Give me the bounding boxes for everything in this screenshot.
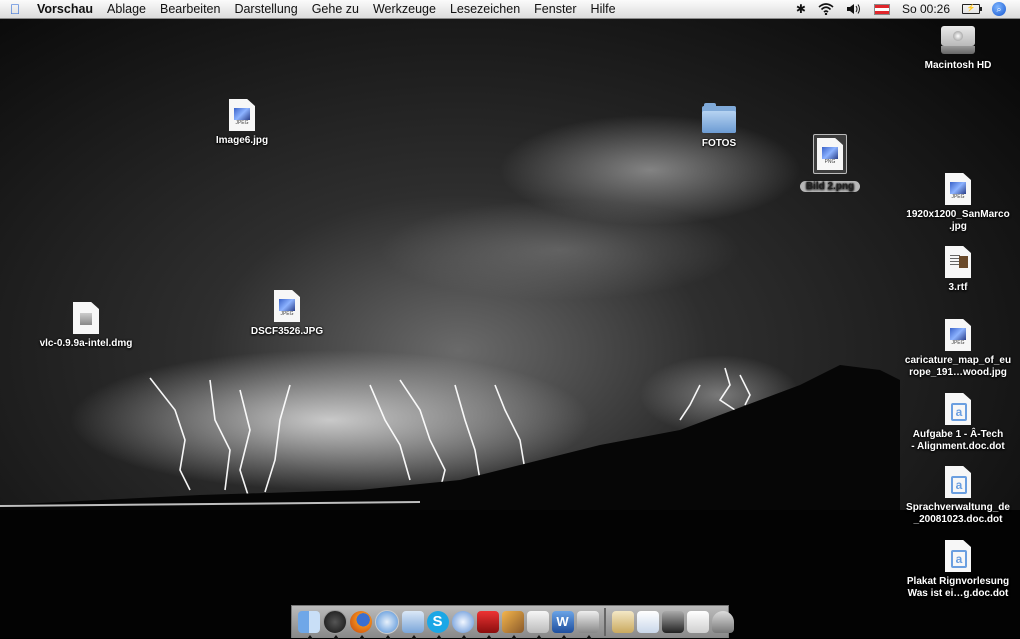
desktop-wallpaper — [0, 0, 1020, 638]
wifi-icon[interactable] — [812, 3, 840, 15]
desktop-icon-image6[interactable]: JPEG Image6.jpg — [202, 99, 282, 147]
dock-separator — [604, 608, 606, 636]
icon-label-line1: Sprachverwaltung_de — [906, 502, 1010, 513]
menu-bar:  Vorschau Ablage Bearbeiten Darstellung… — [0, 0, 1020, 19]
desktop-icon-bild2-selected[interactable]: PNG Bild 2.png — [790, 134, 870, 193]
safari-icon[interactable] — [374, 610, 399, 639]
skype-icon[interactable]: S — [426, 611, 449, 639]
icon-label: 3.rtf — [948, 282, 968, 293]
icon-label: Image6.jpg — [215, 135, 269, 146]
firefox-icon[interactable] — [349, 611, 372, 639]
menu-ablage[interactable]: Ablage — [100, 0, 153, 18]
volume-icon[interactable] — [840, 3, 868, 15]
mail-icon[interactable] — [401, 611, 424, 639]
png-file-icon: PNG — [817, 138, 843, 170]
jpeg-file-icon: JPEG — [945, 319, 971, 351]
dashboard-icon[interactable] — [322, 610, 347, 639]
jpeg-file-icon: JPEG — [945, 173, 971, 205]
icon-label: DSCF3526.JPG — [250, 326, 324, 337]
folder-icon — [702, 103, 736, 133]
icon-label-line1: 1920x1200_SanMarco — [906, 209, 1010, 220]
icon-label-line1: Plakat Rignvorlesung — [906, 576, 1010, 587]
disk-image-icon — [73, 302, 99, 334]
hard-drive-icon — [941, 26, 975, 54]
dock: S W — [291, 605, 734, 639]
icon-label-line1: caricature_map_of_eu — [904, 355, 1012, 366]
jpeg-file-icon: JPEG — [274, 290, 300, 322]
desktop-icon-sanmarco[interactable]: JPEG 1920x1200_SanMarco .jpg — [898, 173, 1018, 233]
menu-bearbeiten[interactable]: Bearbeiten — [153, 0, 227, 18]
battery-icon[interactable]: ⚡ — [956, 4, 986, 14]
menu-extras: ✱ So 00:26 ⚡ ⌕ — [790, 0, 1020, 18]
desktop-icon-vlc-dmg[interactable]: vlc-0.9.9a-intel.dmg — [26, 302, 146, 350]
icon-label-line2: rope_191…wood.jpg — [909, 367, 1007, 378]
word-document-icon: a — [945, 540, 971, 572]
desktop-icon-fotos[interactable]: FOTOS — [679, 103, 759, 150]
preview-icon[interactable] — [526, 611, 549, 639]
image-capture-icon[interactable] — [576, 611, 599, 639]
spotlight-icon[interactable]: ⌕ — [986, 2, 1020, 16]
itunes-icon[interactable] — [451, 611, 474, 639]
jpeg-file-icon: JPEG — [229, 99, 255, 131]
desktop-icon-caricature-map[interactable]: JPEG caricature_map_of_eu rope_191…wood.… — [898, 319, 1018, 379]
icon-label: Macintosh HD — [924, 60, 992, 71]
word-document-icon: a — [945, 393, 971, 425]
icon-label-line2: _20081023.doc.dot — [913, 514, 1003, 525]
icon-label: Bild 2.png — [799, 181, 861, 192]
iphoto-icon[interactable] — [501, 611, 524, 639]
icon-label-line2: .jpg — [949, 221, 967, 232]
rtf-file-icon — [945, 246, 971, 278]
photo-booth-icon[interactable] — [476, 611, 499, 639]
icon-label: FOTOS — [701, 138, 737, 149]
trash-icon[interactable] — [711, 611, 734, 633]
desktop-icon-3rtf[interactable]: 3.rtf — [918, 246, 998, 294]
menu-app-vorschau[interactable]: Vorschau — [30, 0, 100, 18]
icon-label: vlc-0.9.9a-intel.dmg — [39, 338, 133, 349]
desktop-icon-sprachverwaltung[interactable]: a Sprachverwaltung_de _20081023.doc.dot — [898, 466, 1018, 526]
desktop-icon-dscf3526[interactable]: JPEG DSCF3526.JPG — [237, 290, 337, 338]
menu-gehe-zu[interactable]: Gehe zu — [305, 0, 366, 18]
finder-icon[interactable] — [297, 611, 320, 639]
menu-lesezeichen[interactable]: Lesezeichen — [443, 0, 527, 18]
documents-stack-icon[interactable] — [636, 611, 659, 633]
word-icon[interactable]: W — [551, 611, 574, 639]
menu-fenster[interactable]: Fenster — [527, 0, 583, 18]
icon-label-line2: - Alignment.doc.dot — [911, 441, 1005, 452]
menu-darstellung[interactable]: Darstellung — [227, 0, 304, 18]
icon-label-line2: Was ist ei…g.doc.dot — [907, 588, 1009, 599]
menu-werkzeuge[interactable]: Werkzeuge — [366, 0, 443, 18]
selection-frame: PNG — [813, 134, 847, 174]
menu-hilfe[interactable]: Hilfe — [584, 0, 623, 18]
clock[interactable]: So 00:26 — [896, 0, 956, 18]
bluetooth-icon[interactable]: ✱ — [790, 0, 812, 18]
flag-icon[interactable] — [868, 3, 896, 15]
word-document-icon: a — [945, 466, 971, 498]
desktop-icon-aufgabe1[interactable]: a Aufgabe 1 - Â-Tech - Alignment.doc.dot — [898, 393, 1018, 453]
desktop-icon-macintosh-hd[interactable]: Macintosh HD — [918, 26, 998, 72]
file-stack-icon[interactable] — [686, 611, 709, 633]
apple-icon[interactable]:  — [0, 1, 30, 17]
downloads-stack-icon[interactable] — [661, 611, 684, 633]
desktop-icon-plakat[interactable]: a Plakat Rignvorlesung Was ist ei…g.doc.… — [898, 540, 1018, 600]
applications-stack-icon[interactable] — [611, 611, 634, 633]
icon-label-line1: Aufgabe 1 - Â-Tech — [912, 429, 1004, 440]
